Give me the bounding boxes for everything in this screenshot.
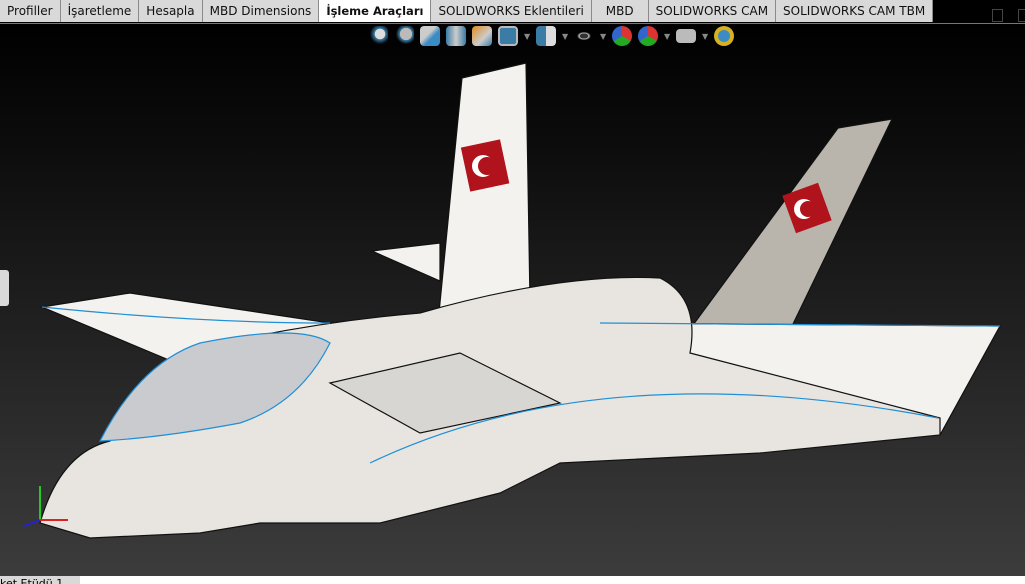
tab-mbd-dimensions[interactable]: MBD Dimensions bbox=[202, 0, 320, 22]
collapse-panel-icon[interactable] bbox=[992, 9, 1003, 22]
tab-solidworks-cam[interactable]: SOLIDWORKS CAM bbox=[648, 0, 777, 22]
tab-solidworks-eklentileri[interactable]: SOLIDWORKS Eklentileri bbox=[431, 0, 592, 22]
tab-profiller[interactable]: Profiller bbox=[0, 0, 61, 22]
command-manager-tabs: Profiller İşaretleme Hesapla MBD Dimensi… bbox=[0, 0, 1025, 23]
tab-solidworks-cam-tbm[interactable]: SOLIDWORKS CAM TBM bbox=[776, 0, 934, 22]
tab-isaretleme[interactable]: İşaretleme bbox=[60, 0, 140, 22]
tab-mbd[interactable]: MBD bbox=[591, 0, 649, 22]
tab-isleme-araclari[interactable]: İşleme Araçları bbox=[319, 0, 432, 22]
tab-hesapla[interactable]: Hesapla bbox=[139, 0, 203, 22]
bottom-tab-strip bbox=[0, 576, 1025, 584]
tab-motion-study[interactable]: ket Etüdü 1 bbox=[0, 576, 80, 584]
feature-manager-collapse-handle[interactable] bbox=[0, 270, 9, 306]
horizontal-stabilizer-left bbox=[369, 242, 441, 282]
vertical-tail-right bbox=[666, 118, 894, 360]
panel-toggle-icon[interactable] bbox=[1018, 9, 1025, 22]
vertical-tail-left bbox=[437, 62, 531, 324]
aircraft-model[interactable] bbox=[0, 23, 1025, 576]
